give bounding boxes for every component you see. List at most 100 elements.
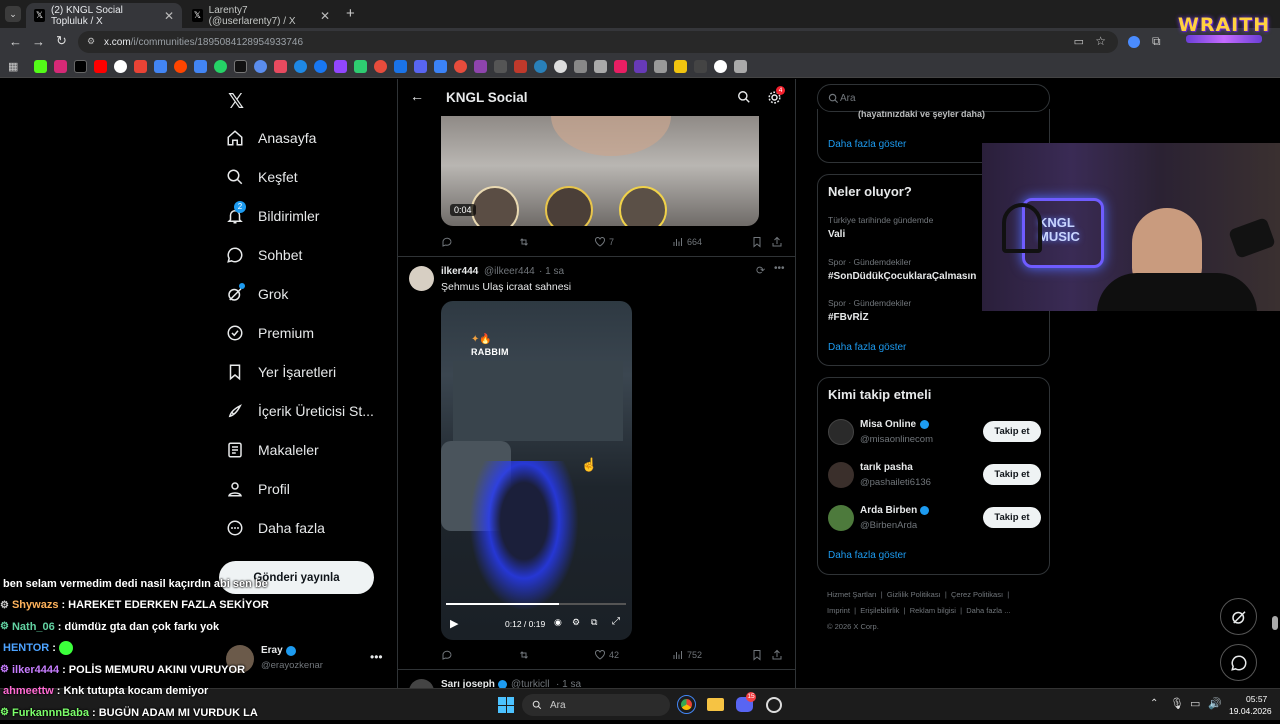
play-icon[interactable]: ▶ [450, 617, 458, 630]
bookmark-button[interactable] [751, 649, 763, 661]
nav-bookmarks[interactable]: Yer İşaretleri [226, 357, 336, 387]
grok-explain-icon[interactable]: ⟳ [756, 264, 765, 277]
video-player[interactable]: ✦🔥 RABBIM ▶ 0:12 / 0:19 ◉ ⚙ ⧉ ⤢ [441, 301, 632, 640]
tab-close-icon[interactable]: ✕ [320, 9, 330, 23]
bookmark-app-icon[interactable] [354, 60, 367, 73]
nav-profile[interactable]: Profil [226, 474, 290, 504]
bookmark-app-icon[interactable] [474, 60, 487, 73]
bookmark-app-icon[interactable] [234, 60, 247, 73]
reload-icon[interactable]: ↻ [56, 33, 67, 49]
search-box[interactable]: Ara [817, 84, 1050, 112]
nav-creator-studio[interactable]: İçerik Üreticisi St... [226, 396, 374, 426]
bookmark-app-icon[interactable] [694, 60, 707, 73]
nav-articles[interactable]: Makaleler [226, 435, 319, 465]
tab-close-icon[interactable]: ✕ [164, 9, 174, 23]
post[interactable]: ilker444 @ilkeer444 · 1 sa ⟳ ••• Şehmus … [398, 257, 795, 667]
new-tab-button[interactable]: + [346, 5, 355, 22]
bookmark-whatsapp-icon[interactable] [214, 60, 227, 73]
bookmark-app-icon[interactable] [434, 60, 447, 73]
footer-link[interactable]: Reklam bilgisi [910, 606, 956, 615]
bookmark-app-icon[interactable] [714, 60, 727, 73]
footer-link[interactable]: Imprint [827, 606, 850, 615]
suggestion-row[interactable]: Arda Birben @BirbenArda Takip et [818, 502, 1051, 538]
extension-icon[interactable] [1128, 36, 1140, 48]
footer-link[interactable]: Erişilebilirlik [860, 606, 899, 615]
search-icon[interactable] [737, 90, 751, 104]
star-icon[interactable]: ☆ [1095, 34, 1106, 48]
bookmark-twitch-icon[interactable] [334, 60, 347, 73]
bookmark-app-icon[interactable] [674, 60, 687, 73]
tab-kngl-social[interactable]: 𝕏 (2) KNGL Social Topluluk / X ✕ [26, 3, 182, 28]
chrome-app-icon[interactable] [677, 695, 696, 714]
bookmark-youtube-icon[interactable] [94, 60, 107, 73]
like-button[interactable]: 42 [594, 649, 619, 661]
bookmark-app-icon[interactable] [274, 60, 287, 73]
bookmark-app-icon[interactable] [534, 60, 547, 73]
show-more-link[interactable]: Daha fazla göster [828, 342, 906, 353]
video-player[interactable]: 0:04 [441, 116, 759, 226]
clock-time[interactable]: 05:57 [1246, 694, 1267, 704]
follow-button[interactable]: Takip et [983, 464, 1041, 485]
address-bar[interactable]: ⚙ x.com/i/communities/189508412895493374… [78, 31, 1118, 53]
bookmark-app-icon[interactable] [654, 60, 667, 73]
bookmark-app-icon[interactable] [574, 60, 587, 73]
windows-start-icon[interactable] [498, 697, 514, 713]
bookmark-app-icon[interactable] [454, 60, 467, 73]
show-more-link[interactable]: Daha fazla göster [828, 139, 906, 150]
trend-item[interactable]: Spor · Gündemdekiler #FBvRİZ [828, 298, 911, 323]
bookmark-app-icon[interactable] [394, 60, 407, 73]
clock-date[interactable]: 19.04.2026 [1229, 706, 1272, 716]
bookmark-app-icon[interactable] [254, 60, 267, 73]
site-info-icon[interactable]: ⚙ [87, 36, 95, 47]
tab-larenty7[interactable]: 𝕏 Larenty7 (@userlarenty7) / X ✕ [184, 3, 338, 28]
back-icon[interactable]: ← [9, 34, 22, 49]
bookmark-app-icon[interactable] [734, 60, 747, 73]
share-button[interactable] [771, 236, 783, 248]
bookmark-app-icon[interactable] [594, 60, 607, 73]
picture-in-picture-icon[interactable]: ⧉ [591, 617, 597, 628]
nav-premium[interactable]: Premium [226, 318, 314, 348]
puzzle-icon[interactable]: ⧉ [1152, 34, 1161, 49]
bookmark-reddit-icon[interactable] [174, 60, 187, 73]
microphone-icon[interactable]: 🎙 [1170, 697, 1184, 710]
fullscreen-icon[interactable]: ⤢ [612, 616, 620, 627]
nav-home[interactable]: Anasayfa [226, 123, 316, 153]
nav-notifications[interactable]: 2 Bildirimler [226, 201, 319, 231]
reply-button[interactable] [441, 649, 453, 661]
bookmark-x-icon[interactable] [74, 60, 87, 73]
footer-link[interactable]: Çerez Politikası [951, 590, 1003, 599]
reply-button[interactable] [441, 236, 453, 248]
follow-button[interactable]: Takip et [983, 507, 1041, 528]
bookmark-app-icon[interactable] [374, 60, 387, 73]
bookmark-app-icon[interactable] [554, 60, 567, 73]
nav-chat[interactable]: Sohbet [226, 240, 302, 270]
bookmark-app-icon[interactable] [494, 60, 507, 73]
volume-icon[interactable]: 🔊 [1208, 697, 1222, 710]
bookmark-instagram-icon[interactable] [54, 60, 67, 73]
bookmark-google-icon[interactable] [114, 60, 127, 73]
bookmark-app-icon[interactable] [294, 60, 307, 73]
grok-floating-button[interactable] [1220, 598, 1257, 635]
bookmark-facebook-icon[interactable] [314, 60, 327, 73]
trend-item[interactable]: Spor · Gündemdekiler #SonDüdükÇocuklaraÇ… [828, 257, 976, 282]
views-button[interactable]: 752 [672, 649, 702, 661]
video-progress-bar[interactable] [446, 603, 626, 605]
more-options-icon[interactable]: ••• [774, 263, 785, 274]
suggestion-row[interactable]: tarık pasha @pashaileti6136 Takip et [818, 459, 1051, 495]
file-explorer-icon[interactable] [707, 698, 724, 711]
bookmark-button[interactable] [751, 236, 763, 248]
share-button[interactable] [771, 649, 783, 661]
nav-grok[interactable]: Grok [226, 279, 288, 309]
bookmark-app-icon[interactable] [154, 60, 167, 73]
cast-icon[interactable]: ▭ [1074, 35, 1084, 48]
bookmark-app-icon[interactable] [514, 60, 527, 73]
footer-link[interactable]: Gizlilik Politikası [887, 590, 941, 599]
like-button[interactable]: 7 [594, 236, 614, 248]
views-button[interactable]: 664 [672, 236, 702, 248]
follow-button[interactable]: Takip et [983, 421, 1041, 442]
obs-app-icon[interactable] [766, 697, 782, 713]
bookmark-app-icon[interactable] [634, 60, 647, 73]
tab-search-button[interactable]: ⌄ [5, 6, 21, 22]
bookmark-translate-icon[interactable] [194, 60, 207, 73]
bookmark-kick-icon[interactable] [34, 60, 47, 73]
